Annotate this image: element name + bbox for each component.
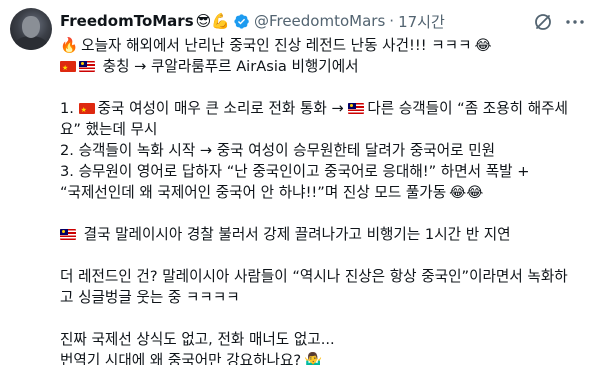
- text-line: “국제선인데 왜 국제어인 중국어 안 하냐!!”며 진상 모드 풀가동 😂😂: [60, 184, 484, 201]
- text-line: 3. 승무원이 영어로 답하자 “난 중국인이고 중국어로 응대해!” 하면서 …: [60, 163, 530, 180]
- text-line: 더 레전드인 건? 말레이시아 사람들이 “역시나 진상은 항상 중국인”이라면…: [60, 268, 568, 285]
- text-line: 진짜 국제선 상식도 없고, 전화 매너도 없고...: [60, 331, 335, 348]
- text-line: 결국 말레이시아 경찰 불러서 강제 끌려나가고 비행기는 1시간 반 지연: [60, 224, 590, 245]
- name-emojis: 😎💪: [195, 12, 230, 30]
- avatar-shoulders: [14, 36, 48, 50]
- fire-icon: 🔥: [60, 37, 79, 54]
- more-icon[interactable]: [565, 12, 585, 32]
- malaysia-flag-icon: [348, 103, 365, 114]
- text-line: 2. 승객들이 녹화 시작 → 중국 여성이 승무원한테 달려가 중국어로 민원: [60, 142, 496, 159]
- laughing-tears-icon: 😂😂: [449, 184, 484, 201]
- timestamp[interactable]: 17시간: [398, 11, 445, 32]
- avatar-face: [22, 16, 40, 38]
- text-line: 충칭 → 쿠알라룸푸르 AirAsia 비행기에서: [60, 56, 590, 77]
- text-line: 요” 했는데 무시: [60, 121, 158, 138]
- grok-icon[interactable]: [533, 12, 553, 32]
- china-flag-icon: [60, 61, 76, 72]
- laughing-tears-icon: 😂: [474, 37, 492, 54]
- person-shrugging-icon: 🤷‍♂️: [304, 352, 323, 365]
- avatar[interactable]: [10, 8, 52, 50]
- text-line: 고 싱글벙글 웃는 중 ㅋㅋㅋㅋ: [60, 289, 240, 306]
- separator-dot: ·: [389, 12, 395, 30]
- tweet-text: 🔥오늘자 해외에서 난리난 중국인 진상 레전드 난동 사건!!! ㅋㅋㅋ😂 충…: [60, 35, 590, 365]
- text-line: 1. 중국 여성이 매우 큰 소리로 전화 통화 → 다른 승객들이 “좀 조용…: [60, 98, 590, 119]
- text-line: 번역기 시대에 왜 중국어만 강요하나요? 🤷‍♂️: [60, 350, 590, 365]
- text-line: 🔥 오늘자 해외에서 난리난 중국인 진상 레전드 난동 사건!!! ㅋㅋㅋ 😂: [60, 37, 492, 54]
- handle[interactable]: @FreedomtoMars: [254, 12, 385, 30]
- malaysia-flag-icon: [79, 61, 95, 72]
- china-flag-icon: [78, 103, 95, 114]
- tweet[interactable]: FreedomToMars 😎💪 @FreedomtoMars · 17시간 🔥…: [0, 0, 600, 365]
- verified-badge-icon[interactable]: [233, 13, 250, 30]
- malaysia-flag-icon: [60, 229, 76, 240]
- display-name[interactable]: FreedomToMars: [60, 12, 194, 30]
- tweet-header: FreedomToMars 😎💪 @FreedomtoMars · 17시간: [60, 10, 445, 32]
